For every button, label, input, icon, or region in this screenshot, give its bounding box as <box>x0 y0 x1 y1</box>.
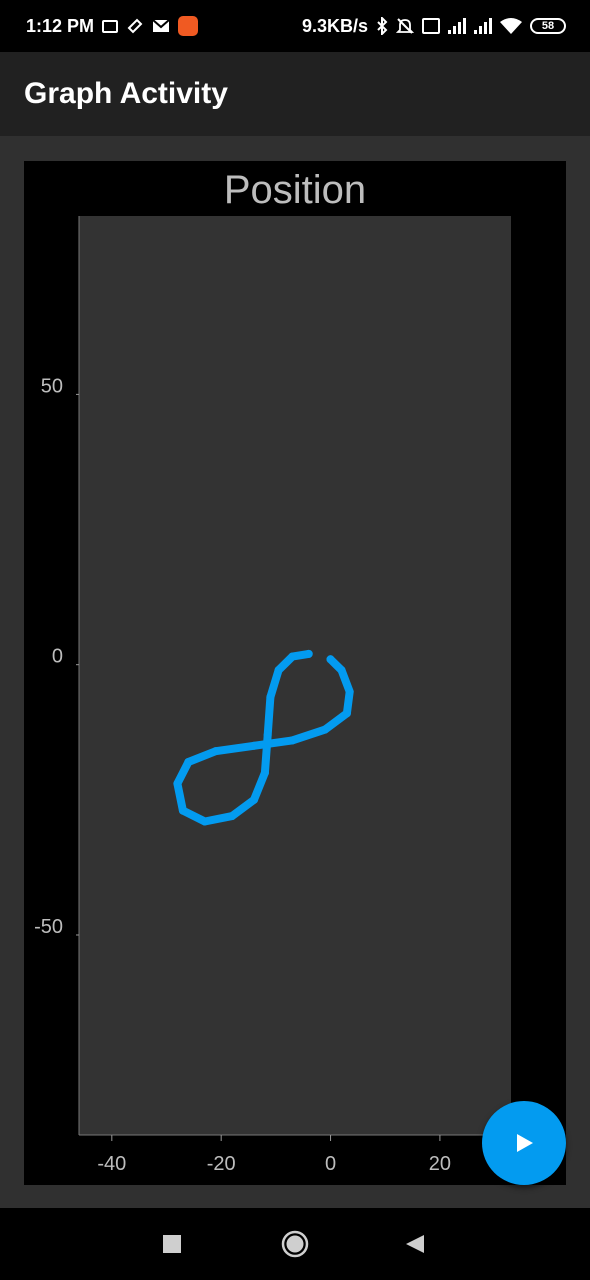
bluetooth-icon <box>376 17 388 35</box>
y-tick-label: -50 <box>34 916 63 938</box>
signal-icon <box>448 18 466 34</box>
data-point <box>260 768 269 777</box>
y-tick-label: 0 <box>52 646 63 668</box>
play-button[interactable] <box>482 1101 566 1185</box>
status-bar: 1:12 PM 9.3KB/s 58 <box>0 0 590 52</box>
app-bar: Graph Activity <box>0 52 590 136</box>
data-point <box>249 741 258 750</box>
plot-area <box>79 216 511 1135</box>
nav-bar <box>0 1208 590 1280</box>
data-point <box>228 812 237 821</box>
y-tick-label: 50 <box>41 375 63 397</box>
play-icon <box>517 1134 533 1152</box>
battery-icon: 58 <box>530 18 566 34</box>
data-point <box>274 666 283 675</box>
home-button[interactable] <box>255 1208 335 1280</box>
gmail-icon <box>152 19 170 33</box>
chart-title: Position <box>224 168 366 212</box>
data-point <box>249 795 258 804</box>
data-point <box>321 725 330 734</box>
status-time: 1:12 PM <box>26 15 95 36</box>
back-triangle-icon <box>406 1235 424 1253</box>
position-chart[interactable]: Position 50 0 -50 -40 -20 0 20 <box>24 161 566 1185</box>
x-tick-label: -20 <box>207 1153 236 1175</box>
back-button[interactable] <box>375 1208 455 1280</box>
vpn-key-icon <box>102 19 119 33</box>
recents-square-icon <box>163 1235 181 1253</box>
data-point <box>288 736 297 745</box>
app-notification-icon <box>178 16 199 36</box>
data-point <box>211 747 220 756</box>
page-title: Graph Activity <box>24 77 228 110</box>
x-tick-label: -40 <box>97 1153 126 1175</box>
data-point <box>173 779 182 788</box>
data-point <box>304 649 313 658</box>
home-circle-icon <box>281 1230 309 1258</box>
data-point <box>288 652 297 661</box>
data-point <box>337 666 346 675</box>
data-point <box>326 655 335 664</box>
x-tick-label: 20 <box>429 1153 451 1175</box>
data-point <box>266 693 275 702</box>
ticket-icon <box>126 17 144 35</box>
data-point <box>342 709 351 718</box>
data-point <box>345 687 354 696</box>
mute-icon <box>396 17 414 35</box>
status-left: 1:12 PM <box>26 15 199 37</box>
chart-svg: Position 50 0 -50 -40 -20 0 20 <box>34 168 511 1175</box>
wifi-icon <box>500 18 522 34</box>
data-point <box>263 730 272 739</box>
net-speed: 9.3KB/s <box>301 15 368 36</box>
x-tick-label: 0 <box>325 1153 336 1175</box>
data-point <box>200 817 209 826</box>
recents-button[interactable] <box>132 1208 212 1280</box>
data-point <box>178 806 187 815</box>
status-right: 9.3KB/s 58 <box>302 16 566 37</box>
volte-icon <box>422 18 440 34</box>
data-point <box>184 757 193 766</box>
signal-icon <box>474 18 492 34</box>
